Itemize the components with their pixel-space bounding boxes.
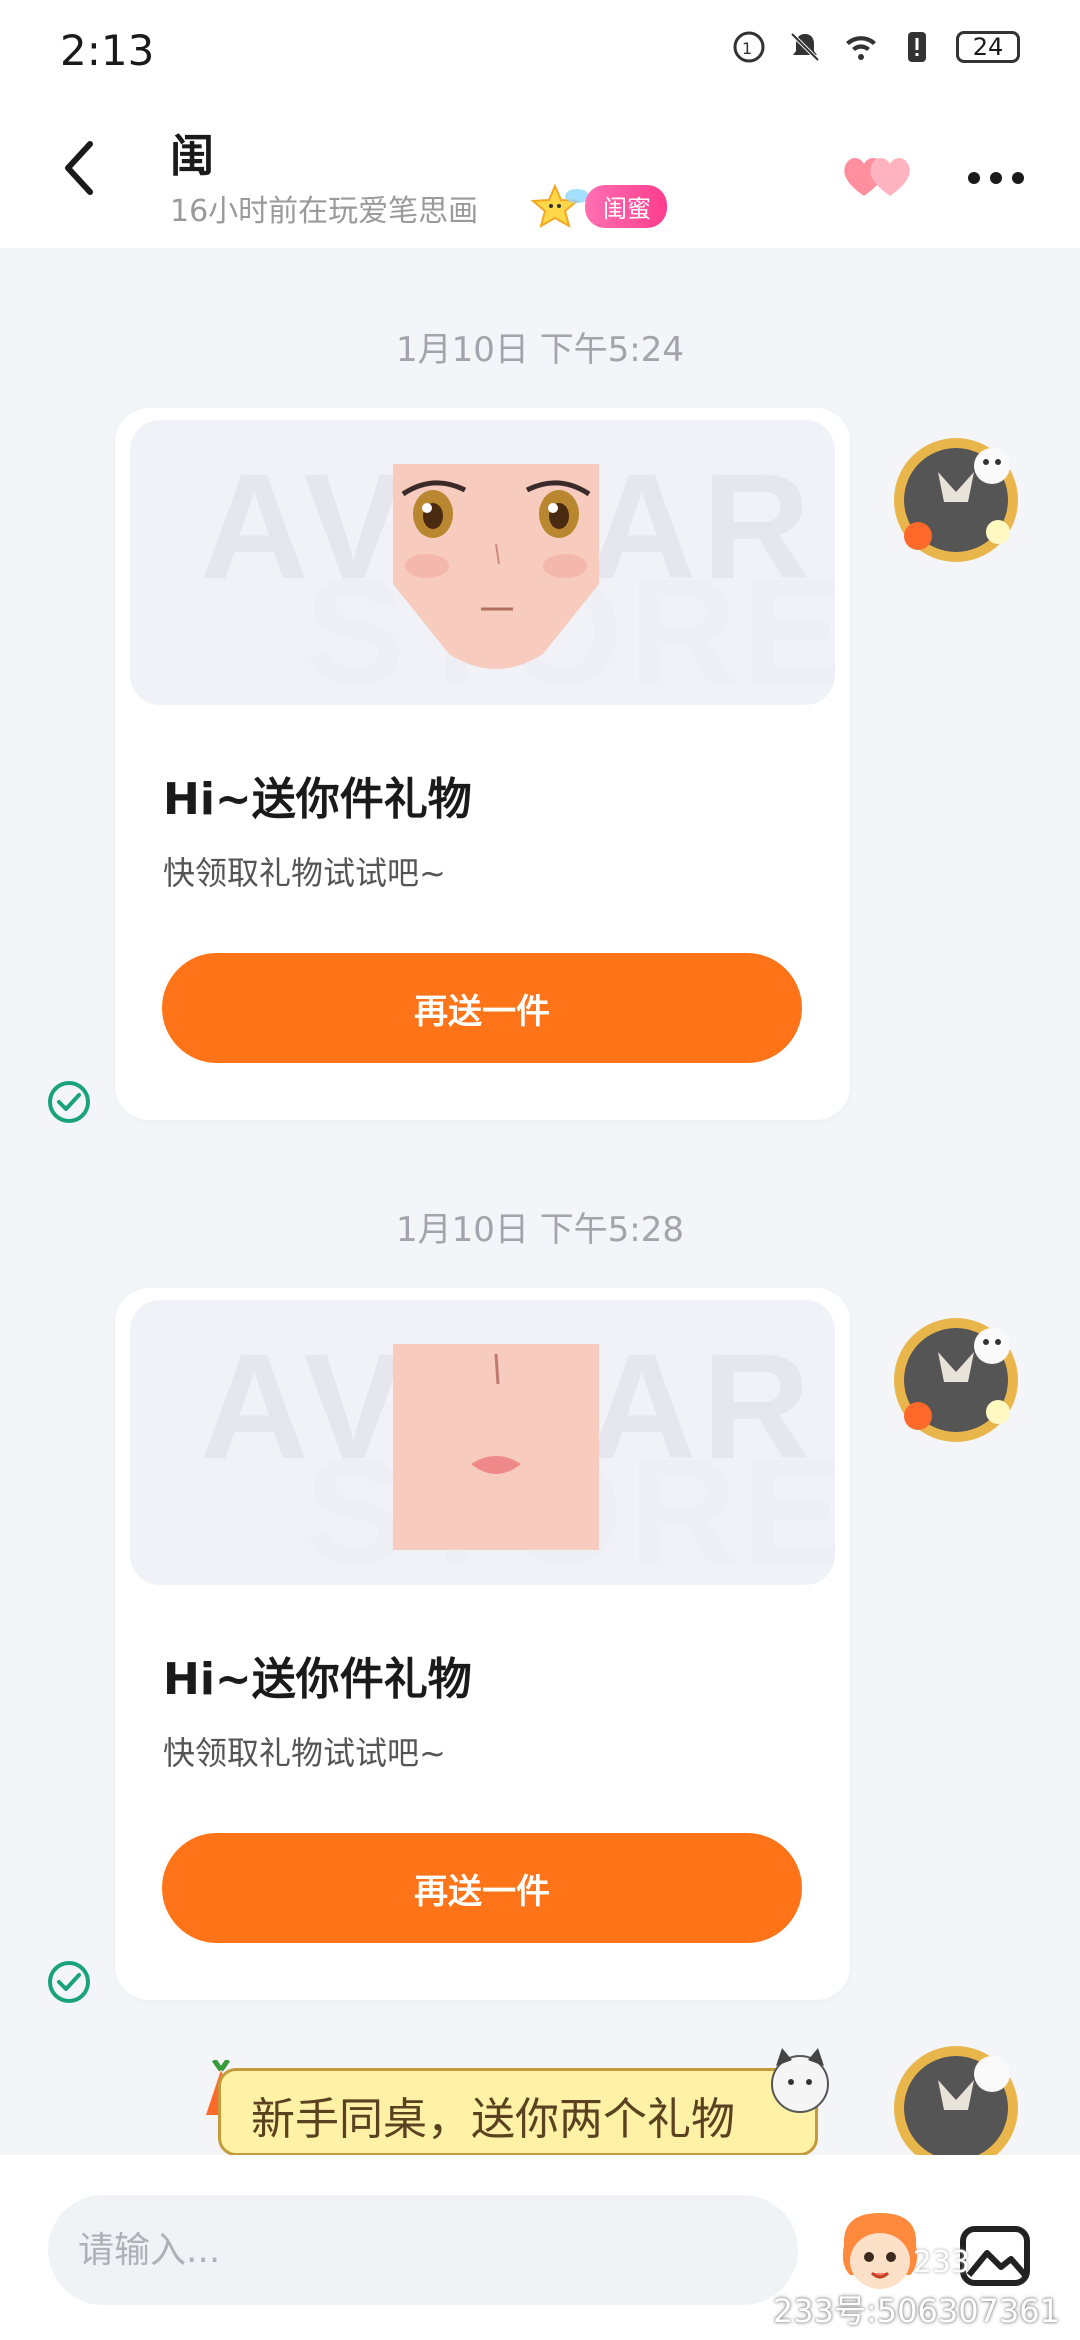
card-title: Hi~送你件礼物: [163, 1654, 472, 1705]
gift-card[interactable]: AVATAR STORE Hi~送你件礼物 快领取礼物试试吧~ 再送一件: [115, 408, 850, 1120]
send-another-button[interactable]: 再送一件: [162, 1833, 802, 1943]
status-bar: 2:13 1 24: [0, 0, 1080, 100]
chat-header: 闺 16小时前在玩爱笔思画 闺蜜: [0, 100, 1080, 248]
message-timestamp: 1月10日 下午5:28: [395, 1210, 685, 1250]
avatar[interactable]: [888, 432, 1024, 568]
check-icon: [48, 1961, 90, 2003]
status-icons: 1 24: [732, 30, 1020, 64]
chat-title: 闺: [170, 131, 214, 182]
wifi-icon: [846, 36, 876, 60]
status-time: 2:13: [60, 26, 155, 75]
watermark-text: 233号:506307361: [772, 2292, 1060, 2330]
card-title: Hi~送你件礼物: [163, 774, 472, 825]
input-bar: 233 233号:506307361: [0, 2155, 1080, 2340]
card-description: 快领取礼物试试吧~: [163, 854, 446, 892]
newbie-banner[interactable]: 新手同桌，送你两个礼物: [218, 2068, 818, 2156]
gift-preview: AVATAR STORE: [130, 1300, 835, 1585]
mute-icon: [790, 32, 820, 62]
svg-text:1: 1: [742, 39, 752, 58]
gift-preview: AVATAR STORE: [130, 420, 835, 705]
send-another-button[interactable]: 再送一件: [162, 953, 802, 1063]
battery-indicator: 24: [956, 31, 1020, 63]
face-image: [393, 464, 599, 669]
network-icon: 1: [733, 31, 765, 63]
badge-label: 闺蜜: [585, 184, 667, 228]
banner-text: 新手同桌，送你两个礼物: [251, 2094, 735, 2145]
watermark-logo: 233: [912, 2245, 970, 2280]
relationship-badge: 闺蜜: [525, 182, 667, 230]
hearts-icon[interactable]: [840, 150, 916, 200]
more-icon[interactable]: [966, 170, 1026, 186]
card-description: 快领取礼物试试吧~: [163, 1734, 446, 1772]
chat-subtitle: 16小时前在玩爱笔思画: [170, 194, 479, 229]
avatar[interactable]: [888, 1312, 1024, 1448]
message-timestamp: 1月10日 下午5:24: [395, 330, 685, 370]
back-icon[interactable]: [56, 138, 106, 198]
check-icon: [48, 1081, 90, 1123]
alert-icon: [908, 32, 926, 62]
mouth-image: [393, 1344, 599, 1550]
gift-card[interactable]: AVATAR STORE Hi~送你件礼物 快领取礼物试试吧~ 再送一件: [115, 1288, 850, 2000]
cat-icon: [771, 2048, 829, 2113]
message-input[interactable]: [48, 2195, 798, 2305]
